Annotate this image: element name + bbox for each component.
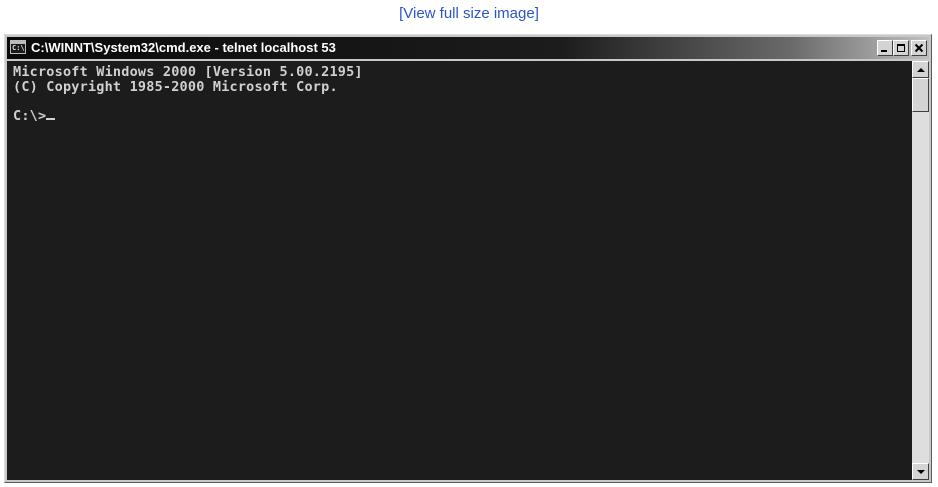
- arrow-up-icon: [916, 67, 925, 72]
- minimize-icon: [881, 50, 887, 52]
- window-title: C:\WINNT\System32\cmd.exe - telnet local…: [31, 40, 336, 55]
- text-cursor: [46, 118, 56, 120]
- close-icon: [914, 43, 924, 53]
- close-button[interactable]: [911, 40, 927, 56]
- vertical-scrollbar[interactable]: [912, 61, 929, 480]
- console-line-copyright: (C) Copyright 1985-2000 Microsoft Corp.: [13, 79, 338, 95]
- console-output[interactable]: Microsoft Windows 2000 [Version 5.00.219…: [7, 61, 912, 480]
- restore-icon: [897, 44, 905, 52]
- console-prompt: C:\>: [13, 108, 47, 124]
- window-controls: [877, 40, 927, 56]
- scroll-up-button[interactable]: [912, 61, 929, 78]
- console-window: C:\ C:\WINNT\System32\cmd.exe - telnet l…: [4, 34, 932, 483]
- arrow-down-icon: [916, 469, 925, 474]
- restore-button[interactable]: [893, 40, 909, 56]
- console-prompt-line: C:\>: [13, 109, 912, 124]
- scrollbar-thumb[interactable]: [912, 78, 929, 112]
- minimize-button[interactable]: [877, 40, 893, 56]
- title-bar[interactable]: C:\ C:\WINNT\System32\cmd.exe - telnet l…: [7, 37, 929, 59]
- scroll-down-button[interactable]: [912, 463, 929, 480]
- console-line-version: Microsoft Windows 2000 [Version 5.00.219…: [13, 64, 363, 80]
- view-full-size-link[interactable]: [View full size image]: [0, 5, 938, 22]
- cmd-console-icon[interactable]: C:\: [10, 40, 26, 54]
